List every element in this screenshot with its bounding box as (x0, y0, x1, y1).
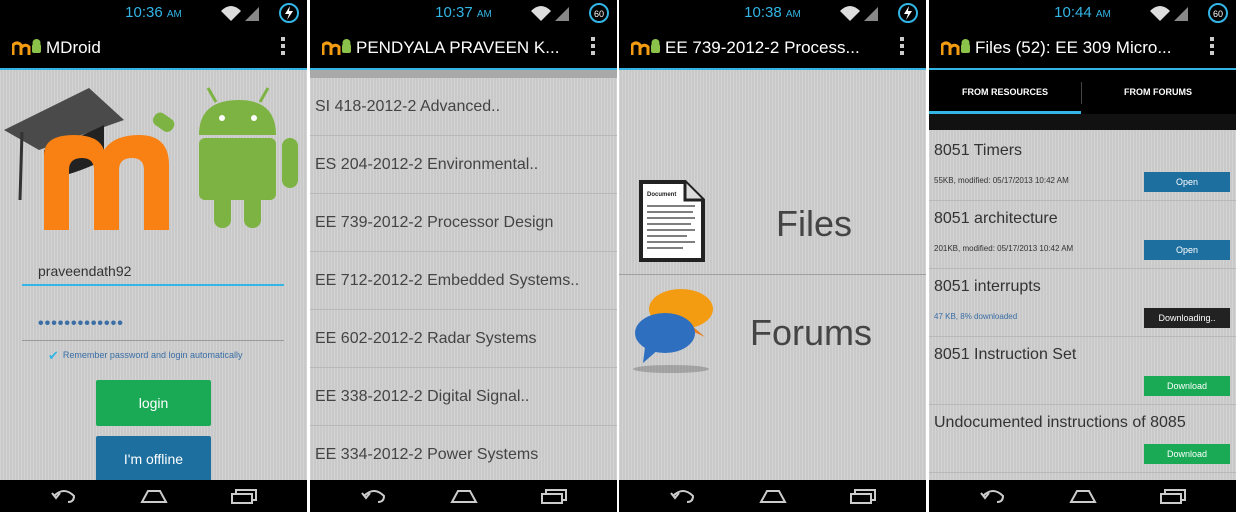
status-bar: 10:37 AM 60 (310, 0, 617, 26)
courses-screen: 10:37 AM 60 PENDYALA PRAVEEN K... SI 418… (310, 0, 617, 512)
home-icon[interactable] (1069, 488, 1097, 504)
download-button[interactable]: Download (1144, 376, 1230, 396)
tab-from-resources[interactable]: FROM RESOURCES (929, 70, 1081, 114)
status-icons (221, 3, 299, 23)
status-bar: 10:44 AM 60 (929, 0, 1236, 26)
signal-icon (555, 7, 569, 21)
back-icon[interactable] (360, 488, 388, 504)
document-icon: Document (639, 180, 705, 262)
open-button[interactable]: Open (1144, 240, 1230, 260)
nav-bar (310, 480, 617, 512)
course-item[interactable]: EE 334-2012-2 Power Systems (310, 426, 617, 483)
svg-text:60: 60 (1213, 9, 1223, 19)
remember-checkbox[interactable]: ✔ Remember password and login automatical… (48, 348, 243, 364)
checkmark-icon: ✔ (48, 348, 59, 363)
app-logo-icon (12, 39, 41, 55)
forums-section[interactable]: Forums (619, 275, 926, 385)
action-bar: EE 739-2012-2 Process... (619, 26, 926, 70)
file-item[interactable]: 8051 Instruction Set Download (929, 336, 1236, 405)
action-bar: PENDYALA PRAVEEN K... (310, 26, 617, 70)
recent-apps-icon[interactable] (230, 488, 258, 504)
wifi-icon (221, 6, 241, 21)
course-item[interactable]: EE 338-2012-2 Digital Signal.. (310, 368, 617, 426)
back-icon[interactable] (669, 488, 697, 504)
course-item[interactable]: EE 602-2012-2 Radar Systems (310, 310, 617, 368)
svg-text:60: 60 (594, 9, 604, 19)
downloading-button[interactable]: Downloading.. (1144, 308, 1230, 328)
signal-icon (864, 7, 878, 21)
overflow-menu-icon[interactable] (591, 37, 597, 57)
login-screen: 10:36 AM MDroid praveendath92 ••••••••••… (0, 0, 307, 512)
app-logo-icon (941, 39, 970, 55)
nav-bar (929, 480, 1236, 512)
course-detail-screen: 10:38 AM EE 739-2012-2 Process... Docume… (619, 0, 926, 512)
nav-bar (619, 480, 926, 512)
files-section[interactable]: Document Files (619, 170, 926, 275)
status-bar: 10:38 AM (619, 0, 926, 26)
wifi-icon (531, 6, 551, 21)
signal-icon (1174, 7, 1188, 21)
charging-icon (904, 6, 912, 20)
course-item[interactable]: EE 739-2012-2 Processor Design (310, 194, 617, 252)
status-icons (840, 3, 918, 23)
login-button[interactable]: login (96, 380, 211, 426)
download-button[interactable]: Download (1144, 444, 1230, 464)
back-icon[interactable] (50, 488, 78, 504)
forum-bubbles-icon (633, 289, 713, 373)
home-icon[interactable] (140, 488, 168, 504)
file-item[interactable]: 8051 Timers 55KB, modified: 05/17/2013 1… (929, 132, 1236, 201)
nav-bar (0, 480, 307, 512)
page-title: EE 739-2012-2 Process... (665, 38, 860, 57)
page-title: PENDYALA PRAVEEN K... (356, 38, 560, 57)
status-bar: 10:36 AM (0, 0, 307, 26)
recent-apps-icon[interactable] (1159, 488, 1187, 504)
username-field[interactable]: praveendath92 (22, 254, 284, 286)
status-icons: 60 (1150, 3, 1228, 23)
course-item[interactable]: SI 418-2012-2 Advanced.. (310, 78, 617, 136)
app-logo-icon (322, 39, 351, 55)
course-item[interactable]: EE 712-2012-2 Embedded Systems.. (310, 252, 617, 310)
action-bar: Files (52): EE 309 Micro... (929, 26, 1236, 68)
forums-label: Forums (750, 312, 873, 353)
password-field[interactable]: ••••••••••••• (22, 310, 284, 341)
file-item[interactable]: 8051 architecture 201KB, modified: 05/17… (929, 200, 1236, 269)
recent-apps-icon[interactable] (540, 488, 568, 504)
signal-icon (245, 7, 259, 21)
action-bar: MDroid (0, 26, 307, 70)
offline-button[interactable]: I'm offline (96, 436, 211, 482)
status-icons: 60 (531, 3, 609, 23)
wifi-icon (840, 6, 860, 21)
list-top-edge (310, 70, 617, 78)
page-title: Files (52): EE 309 Micro... (975, 38, 1172, 57)
tab-shadow (929, 114, 1236, 130)
app-logo-icon (631, 39, 660, 55)
recent-apps-icon[interactable] (849, 488, 877, 504)
overflow-menu-icon[interactable] (900, 37, 906, 57)
overflow-menu-icon[interactable] (1210, 37, 1216, 57)
back-icon[interactable] (979, 488, 1007, 504)
home-icon[interactable] (759, 488, 787, 504)
files-screen: 10:44 AM 60 Files (52): EE 309 Micro... … (929, 0, 1236, 512)
app-title: MDroid (46, 38, 101, 57)
svg-text:Document: Document (647, 192, 676, 198)
open-button[interactable]: Open (1144, 172, 1230, 192)
overflow-menu-icon[interactable] (281, 37, 287, 57)
charging-icon (285, 6, 293, 20)
course-item[interactable]: ES 204-2012-2 Environmental.. (310, 136, 617, 194)
tab-from-forums[interactable]: FROM FORUMS (1082, 70, 1234, 114)
home-icon[interactable] (450, 488, 478, 504)
files-label: Files (776, 203, 853, 244)
file-item[interactable]: 8051 interrupts 47 KB, 8% downloaded Dow… (929, 268, 1236, 337)
moodle-android-logo (4, 87, 298, 230)
file-item[interactable]: Undocumented instructions of 8085 Downlo… (929, 404, 1236, 473)
tab-bar: FROM RESOURCES FROM FORUMS (929, 70, 1236, 114)
wifi-icon (1150, 6, 1170, 21)
